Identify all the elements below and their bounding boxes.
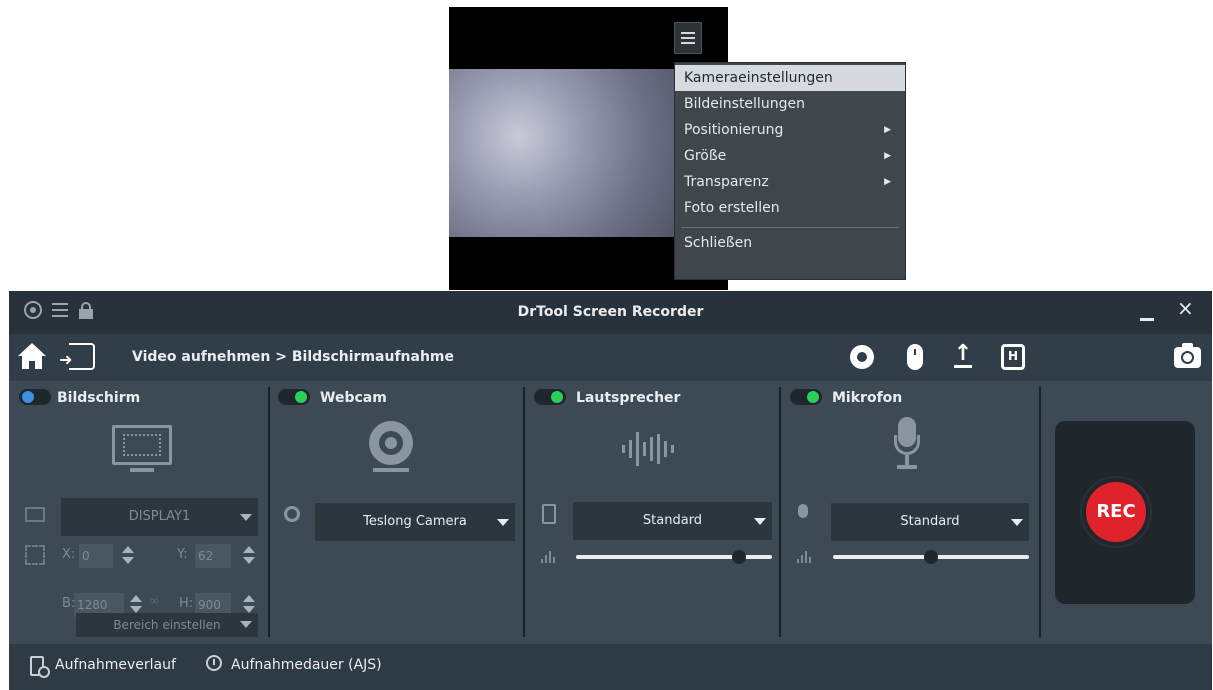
region-select[interactable]: Bereich einstellen (76, 613, 258, 637)
mic-level-icon (797, 551, 811, 563)
menu-item-transparency[interactable]: Transparenz ▶ (675, 169, 905, 195)
upload-icon[interactable]: ↑ (951, 343, 975, 371)
recording-history-link[interactable]: Aufnahmeverlauf (55, 657, 176, 673)
panel-divider (523, 387, 525, 637)
height-label: H: (179, 596, 194, 611)
link-icon: ∞ (149, 594, 160, 609)
preview-menu-button[interactable] (674, 22, 702, 54)
webcam-context-menu: Kameraeinstellungen Bildeinstellungen Po… (674, 62, 906, 280)
gear-icon[interactable] (850, 345, 874, 369)
display-icon (25, 507, 45, 522)
breadcrumb: Video aufnehmen > Bildschirmaufnahme (132, 349, 455, 365)
timer-icon (206, 655, 224, 677)
webcam-panel-title: Webcam (320, 390, 387, 406)
mic-small-icon (798, 504, 808, 518)
microphone-icon (894, 417, 920, 475)
navigation-bar: ➜ Video aufnehmen > Bildschirmaufnahme ↑… (9, 334, 1212, 381)
camera-select[interactable]: Teslong Camera (315, 503, 515, 541)
width-spinner[interactable] (130, 595, 142, 615)
history-icon (30, 656, 50, 678)
microphone-volume-knob[interactable] (924, 550, 938, 564)
window-title: DrTool Screen Recorder (517, 304, 704, 320)
x-input[interactable]: 0 (79, 544, 113, 568)
submenu-arrow-icon: ▶ (884, 177, 891, 187)
menu-item-size[interactable]: Größe ▶ (675, 143, 905, 169)
footer-bar: Aufnahmeverlauf Aufnahmedauer (AJS) (9, 644, 1212, 690)
menu-item-positioning[interactable]: Positionierung ▶ (675, 117, 905, 143)
speaker-volume-knob[interactable] (731, 550, 746, 564)
menu-divider (681, 227, 899, 228)
submenu-arrow-icon: ▶ (884, 125, 891, 135)
x-label: X: (62, 547, 76, 562)
recording-duration-link[interactable]: Aufnahmedauer (AJS) (231, 657, 382, 673)
title-bar: DrTool Screen Recorder × (9, 291, 1212, 334)
panel-divider (1039, 387, 1041, 637)
monitor-stand (130, 468, 154, 472)
microphone-toggle[interactable] (790, 389, 822, 405)
home-icon[interactable] (18, 343, 46, 371)
microphone-select[interactable]: Standard (831, 503, 1029, 541)
height-spinner[interactable] (243, 595, 255, 615)
webcam-stand (373, 468, 409, 472)
minimize-button[interactable] (1140, 318, 1154, 321)
menu-item-camera-settings[interactable]: Kameraeinstellungen (675, 65, 905, 91)
volume-level-icon (541, 551, 555, 563)
webcam-toggle[interactable] (278, 389, 310, 405)
panel-divider (779, 387, 781, 637)
camera-small-icon (284, 506, 300, 522)
speaker-toggle[interactable] (534, 389, 566, 405)
microphone-panel-title: Mikrofon (832, 390, 903, 406)
screen-panel-title: Bildschirm (57, 390, 141, 406)
region-icon (25, 545, 45, 565)
mouse-icon[interactable] (907, 344, 923, 370)
screenshot-camera-icon[interactable] (1174, 343, 1201, 368)
source-panels: Bildschirm DISPLAY1 X: 0 Y: 62 B: 1280 ∞… (9, 381, 1212, 644)
menu-item-take-photo[interactable]: Foto erstellen (675, 195, 905, 221)
hotkey-icon[interactable]: H (1001, 344, 1025, 370)
record-button-panel: REC (1055, 421, 1195, 604)
screen-toggle[interactable] (19, 389, 51, 405)
record-button[interactable]: REC (1082, 478, 1150, 546)
menu-item-close[interactable]: Schließen (675, 230, 905, 256)
hamburger-icon (681, 32, 695, 44)
y-spinner[interactable] (243, 546, 255, 566)
close-button[interactable]: × (1177, 296, 1194, 320)
panel-divider (268, 387, 270, 637)
y-label: Y: (177, 547, 188, 562)
sound-wave-icon (622, 431, 676, 467)
speaker-icon (542, 504, 556, 524)
recorder-window: DrTool Screen Recorder × ➜ Video aufnehm… (9, 291, 1212, 690)
x-spinner[interactable] (122, 546, 134, 566)
display-select[interactable]: DISPLAY1 (61, 498, 258, 536)
menu-item-image-settings[interactable]: Bildeinstellungen (675, 91, 905, 117)
speaker-select[interactable]: Standard (573, 502, 772, 540)
exit-icon[interactable]: ➜ (59, 343, 95, 370)
y-input[interactable]: 62 (195, 544, 231, 568)
webcam-icon (369, 421, 413, 465)
submenu-arrow-icon: ▶ (884, 151, 891, 161)
speaker-panel-title: Lautsprecher (576, 390, 681, 406)
monitor-icon (112, 425, 172, 465)
